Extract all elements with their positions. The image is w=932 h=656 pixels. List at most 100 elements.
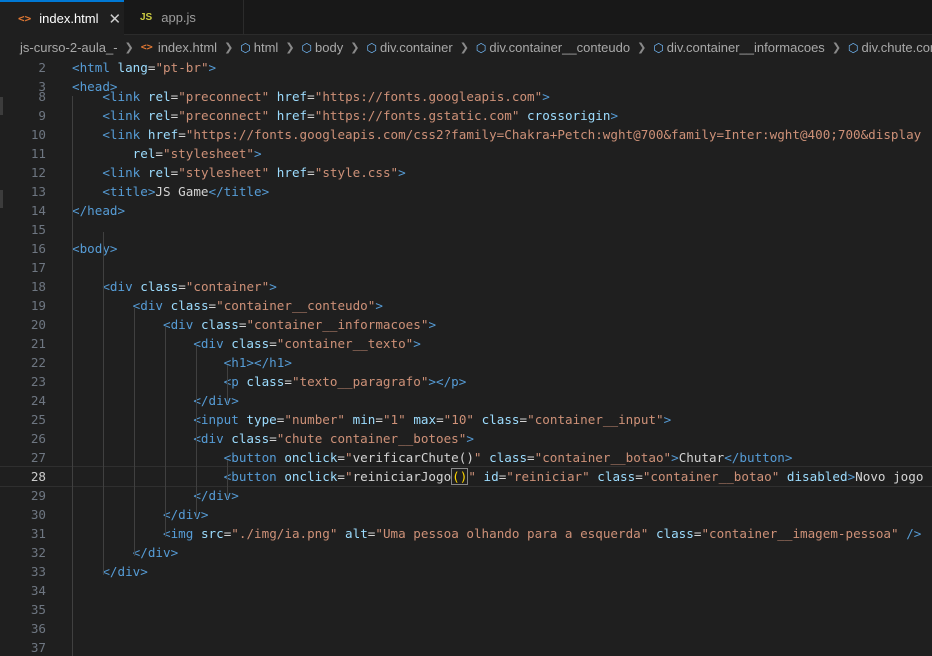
code-line[interactable]: 37 xyxy=(0,638,932,656)
token-str: "container__conteudo" xyxy=(216,298,376,313)
token-attr: href xyxy=(276,165,308,180)
code-line[interactable]: 8 <link rel="preconnect" href="https://f… xyxy=(0,87,932,106)
line-number: 19 xyxy=(30,298,46,313)
code-line[interactable]: 23 <p class="texto__paragrafo"></p> xyxy=(0,372,932,391)
code-line[interactable]: 31 <img src="./img/ia.png" alt="Uma pess… xyxy=(0,524,932,543)
breadcrumb-item-html[interactable]: ⬡ html xyxy=(240,40,278,55)
token-txt: = xyxy=(527,450,535,465)
code-editor[interactable]: 2 <html lang="pt-br"> 3 <head> 8 <link rel="… xyxy=(0,58,932,656)
token-tag: <link xyxy=(102,165,141,180)
code-line[interactable]: 16 <body> xyxy=(0,239,932,258)
code-line[interactable]: 14 </head> xyxy=(0,201,932,220)
line-number: 23 xyxy=(30,374,46,389)
code-line[interactable]: 24 </div> xyxy=(0,391,932,410)
tab-app-js[interactable]: JS app.js xyxy=(124,0,244,35)
code-text: <div class="container__conteudo"> xyxy=(72,296,383,315)
code-line[interactable]: 25 <input type="number" min="1" max="10"… xyxy=(0,410,932,429)
code-line[interactable]: 17 xyxy=(0,258,932,277)
code-line[interactable]: 30 </div> xyxy=(0,505,932,524)
breadcrumb-item-conteudo[interactable]: ⬡ div.container__conteudo xyxy=(476,40,630,55)
code-line[interactable]: 28 <button onclick="reiniciarJogo()" id=… xyxy=(0,466,932,487)
code-line[interactable]: 21 <div class="container__texto"> xyxy=(0,334,932,353)
token-attr: class xyxy=(246,374,285,389)
code-text: </div> xyxy=(72,543,179,562)
line-number: 32 xyxy=(30,545,46,560)
code-line[interactable]: 29 </div> xyxy=(0,486,932,505)
token-br: () xyxy=(451,468,469,485)
code-line[interactable]: 10 <link href="https://fonts.googleapis.… xyxy=(0,125,932,144)
code-line[interactable]: 33 </div> xyxy=(0,562,932,581)
token-tag: </div> xyxy=(163,507,209,522)
breadcrumb-item-folder[interactable]: js-curso-2-aula_- xyxy=(20,40,118,55)
token-tag: > xyxy=(466,431,474,446)
close-icon[interactable]: ✕ xyxy=(109,10,122,28)
breadcrumb-item-botoes[interactable]: ⬡div.chute.container__botoes xyxy=(848,40,932,55)
code-line[interactable]: 20 <div class="container__informacoes"> xyxy=(0,315,932,334)
token-tag: <link xyxy=(102,89,141,104)
breadcrumb-item-file[interactable]: <> index.html xyxy=(141,40,217,55)
chevron-right-icon: ❯ xyxy=(124,41,134,54)
token-tag: > xyxy=(663,412,672,427)
line-number: 15 xyxy=(30,222,46,237)
symbol-cube-icon: ⬡ xyxy=(240,40,251,55)
token-tag: <div xyxy=(102,279,133,294)
code-line[interactable]: 9 <link rel="preconnect" href="https://f… xyxy=(0,106,932,125)
code-line[interactable]: 32 </div> xyxy=(0,543,932,562)
token-txt: = xyxy=(155,146,164,161)
code-line[interactable]: 34 xyxy=(0,581,932,600)
token-str: "chute container__botoes" xyxy=(276,431,467,446)
code-text: <link rel="preconnect" href="https://fon… xyxy=(72,106,618,125)
breadcrumb-label: div.container xyxy=(379,40,453,55)
token-txt: = xyxy=(519,412,528,427)
token-attr: type xyxy=(246,412,277,427)
token-tag: > xyxy=(398,165,406,180)
code-line[interactable]: 19 <div class="container__conteudo"> xyxy=(0,296,932,315)
token-txt: = xyxy=(337,450,345,465)
token-tag: > xyxy=(542,89,550,104)
token-str: "container__botao" xyxy=(534,450,672,465)
tab-index-html[interactable]: <> index.html ✕ xyxy=(0,0,124,35)
line-number: 31 xyxy=(30,526,46,541)
line-number: 11 xyxy=(30,146,46,161)
code-line[interactable]: 35 xyxy=(0,600,932,619)
code-line[interactable]: 36 xyxy=(0,619,932,638)
token-txt: Chutar xyxy=(678,450,725,465)
token-txt: = xyxy=(337,469,345,484)
token-tag: <img xyxy=(163,526,194,541)
symbol-cube-icon: ⬡ xyxy=(653,40,664,55)
breadcrumb-label: index.html xyxy=(157,40,218,55)
token-str: " xyxy=(345,450,353,465)
breadcrumb-item-container[interactable]: ⬡ div.container xyxy=(366,40,452,55)
code-line[interactable]: 18 <div class="container"> xyxy=(0,277,932,296)
token-str: "https://fonts.gstatic.com" xyxy=(314,108,520,123)
js-file-icon: JS xyxy=(140,12,153,23)
code-line[interactable]: 26 <div class="chute container__botoes"> xyxy=(0,429,932,448)
token-txt: Novo jogo xyxy=(855,469,924,484)
code-line[interactable]: 27 <button onclick="verificarChute()" cl… xyxy=(0,448,932,467)
breadcrumb-item-body[interactable]: ⬡ body xyxy=(302,40,344,55)
line-number: 37 xyxy=(30,640,46,655)
breadcrumb-item-informacoes[interactable]: ⬡ div.container__informacoes xyxy=(653,40,825,55)
line-number: 29 xyxy=(30,488,46,503)
line-number: 18 xyxy=(30,279,46,294)
sticky-code-line[interactable]: 2 <html lang="pt-br"> xyxy=(0,58,932,77)
code-line[interactable]: 13 <title>JS Game</title> xyxy=(0,182,932,201)
code-line[interactable]: 12 <link rel="stylesheet" href="style.cs… xyxy=(0,163,932,182)
token-str: "preconnect" xyxy=(178,108,270,123)
code-line[interactable]: 15 xyxy=(0,220,932,239)
code-line[interactable]: 22 <h1></h1> xyxy=(0,353,932,372)
token-str: "style.css" xyxy=(314,165,399,180)
token-str: "container__informacoes" xyxy=(246,317,429,332)
code-line[interactable]: 11 rel="stylesheet"> xyxy=(0,144,932,163)
